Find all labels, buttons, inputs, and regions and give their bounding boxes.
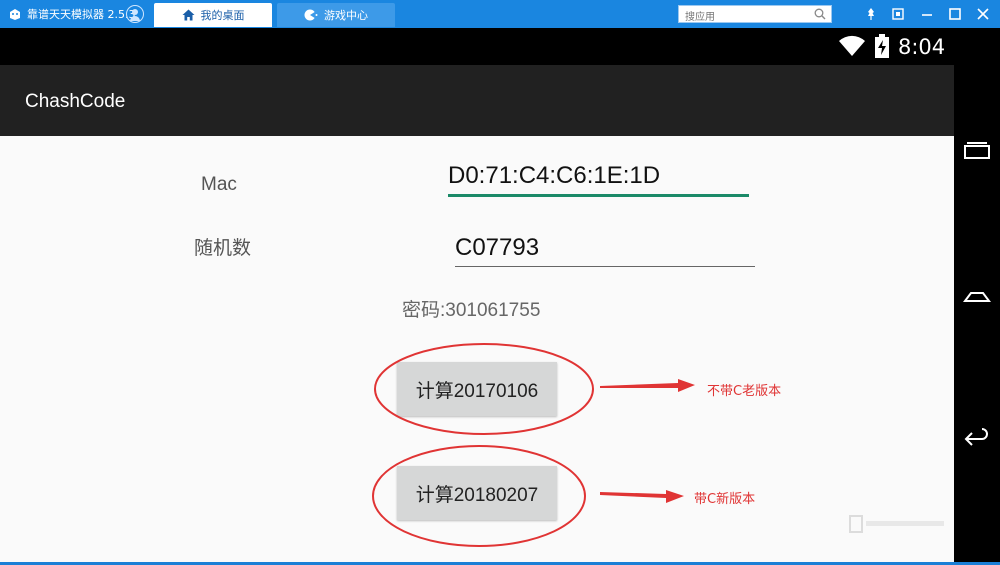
- annotation-new-version: 带C新版本: [694, 492, 756, 507]
- home-icon: [182, 9, 194, 21]
- user-account-icon[interactable]: [126, 5, 144, 23]
- recent-apps-icon[interactable]: [962, 140, 992, 162]
- emulator-brand: 靠谱天天模拟器 2.5.3: [8, 0, 136, 28]
- emulator-titlebar: 靠谱天天模拟器 2.5.3 我的桌面 游戏中心 搜应用: [0, 0, 1000, 28]
- app-title: ChashCode: [25, 91, 126, 112]
- maximize-icon[interactable]: [946, 5, 964, 23]
- tab-my-desktop[interactable]: 我的桌面: [154, 3, 272, 27]
- app-search-input[interactable]: 搜应用: [678, 5, 832, 23]
- android-status-bar: 8:04: [0, 28, 954, 65]
- android-nav-bar: [954, 28, 1000, 563]
- random-number-input[interactable]: C07793: [455, 228, 755, 267]
- status-clock: 8:04: [898, 35, 946, 59]
- back-icon[interactable]: [962, 428, 992, 450]
- calculate-20170106-button[interactable]: 计算20170106: [397, 362, 557, 416]
- app-action-bar: ChashCode: [0, 65, 954, 136]
- emulator-logo-icon: [10, 9, 20, 20]
- settings-icon[interactable]: [889, 5, 907, 23]
- calculate-20180207-button[interactable]: 计算20180207: [397, 466, 557, 520]
- emulator-brand-text: 靠谱天天模拟器 2.5.3: [27, 8, 136, 21]
- gamepad-icon: [304, 9, 318, 21]
- tab-game-center[interactable]: 游戏中心: [277, 3, 395, 27]
- annotation-arrow-2: [600, 490, 684, 503]
- search-placeholder: 搜应用: [685, 12, 715, 23]
- app-content: Mac D0:71:C4:C6:1E:1D 随机数 C07793 密码:3010…: [0, 136, 954, 562]
- minimize-icon[interactable]: [918, 5, 936, 23]
- close-icon[interactable]: [974, 5, 992, 23]
- home-nav-icon[interactable]: [962, 286, 992, 308]
- annotation-old-version: 不带C老版本: [707, 384, 782, 399]
- search-icon[interactable]: [814, 8, 826, 20]
- password-result: 密码:301061755: [402, 300, 541, 321]
- pin-icon[interactable]: [862, 5, 880, 23]
- tab-game-center-label: 游戏中心: [324, 9, 368, 22]
- mac-input-value: D0:71:C4:C6:1E:1D: [448, 162, 661, 189]
- tab-my-desktop-label: 我的桌面: [200, 9, 245, 22]
- wifi-icon: [839, 35, 865, 56]
- mac-input[interactable]: D0:71:C4:C6:1E:1D: [448, 156, 749, 197]
- annotation-arrow-1: [600, 379, 695, 392]
- mac-label: Mac: [201, 174, 237, 195]
- watermark-logo: [849, 515, 944, 533]
- random-number-value: C07793: [455, 234, 540, 261]
- random-number-label: 随机数: [194, 238, 252, 259]
- battery-icon: [875, 34, 889, 58]
